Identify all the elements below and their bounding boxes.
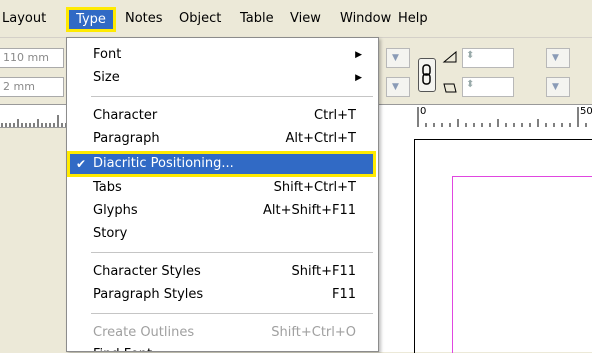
menu-item-shortcut: Alt+Ctrl+T	[285, 131, 356, 146]
menu-bar: Layout Type Notes Object Table View Wind…	[0, 0, 592, 38]
menu-item-find-font[interactable]: Find Font...	[67, 343, 378, 351]
menu-window[interactable]: Window	[340, 9, 391, 29]
menu-item-character[interactable]: Character Ctrl+T	[67, 104, 378, 128]
menu-item-label: Paragraph	[93, 131, 160, 146]
control-panel-left: 110 mm 2 mm	[0, 38, 70, 101]
menu-item-story[interactable]: Story	[67, 222, 378, 246]
chain-link-icon	[422, 64, 431, 85]
document-canvas[interactable]	[378, 127, 592, 353]
menu-separator	[91, 252, 373, 253]
menu-item-glyphs[interactable]: Glyphs Alt+Shift+F11	[67, 199, 378, 223]
shear-angle-spinner[interactable]: ⬍	[462, 48, 514, 68]
menu-item-create-outlines[interactable]: Create Outlines Shift+Ctrl+O	[67, 321, 378, 345]
spinner-arrows-icon: ⬍	[466, 50, 475, 61]
ruler-ticks	[417, 107, 587, 127]
menu-help[interactable]: Help	[398, 9, 428, 29]
menu-item-label: Tabs	[93, 180, 122, 195]
margin-guide	[452, 176, 592, 353]
menu-item-shortcut: Ctrl+T	[314, 108, 356, 123]
menu-item-paragraph[interactable]: Paragraph Alt+Ctrl+T	[67, 127, 378, 151]
menu-item-label: Paragraph Styles	[93, 287, 204, 302]
menu-item-label: Character Styles	[93, 264, 201, 279]
menu-view[interactable]: View	[290, 9, 321, 29]
menu-item-character-styles[interactable]: Character Styles Shift+F11	[67, 260, 378, 284]
chevron-down-icon: ▼	[552, 53, 559, 63]
submenu-arrow-icon: ▶	[355, 50, 362, 60]
dropdown-arrow-3[interactable]: ▼	[546, 48, 570, 68]
menu-item-shortcut: F11	[331, 287, 356, 302]
menu-item-label: Character	[93, 108, 158, 123]
menu-item-font[interactable]: Font ▶	[67, 43, 378, 67]
checkmark-icon: ✔	[76, 157, 87, 171]
control-panel-right: ▼ ▼ ⬍ ⬍ ▼ ▼	[378, 38, 592, 102]
chevron-down-icon: ▼	[392, 53, 399, 63]
chevron-down-icon: ▼	[552, 82, 559, 92]
menu-item-shortcut: Shift+Ctrl+T	[273, 180, 356, 195]
menu-item-label: Find Font...	[93, 343, 164, 351]
spacing-field[interactable]: 2 mm	[0, 77, 64, 97]
shear-icon	[442, 50, 457, 63]
menu-type[interactable]: Type	[66, 7, 116, 32]
ruler-label-50: 50	[580, 106, 592, 117]
dropdown-arrow-2[interactable]: ▼	[386, 77, 410, 97]
ruler-ticks	[1, 115, 67, 127]
constrain-proportions-button[interactable]	[418, 58, 436, 92]
submenu-arrow-icon: ▶	[355, 73, 362, 83]
menu-notes[interactable]: Notes	[125, 9, 163, 29]
horizontal-ruler-right: 0 50	[378, 104, 592, 128]
menu-item-label: Story	[93, 226, 128, 241]
menu-item-tabs[interactable]: Tabs Shift+Ctrl+T	[67, 176, 378, 200]
ruler-label-0: 0	[420, 106, 427, 117]
horizontal-ruler-left	[0, 104, 70, 128]
menu-item-size[interactable]: Size ▶	[67, 66, 378, 90]
menu-item-label: Font	[93, 47, 122, 62]
menu-item-paragraph-styles[interactable]: Paragraph Styles F11	[67, 283, 378, 307]
menu-table[interactable]: Table	[240, 9, 274, 29]
menu-object[interactable]: Object	[179, 9, 221, 29]
menu-item-shortcut: Shift+Ctrl+O	[271, 325, 356, 340]
menu-separator	[91, 96, 373, 97]
rotate-icon	[443, 83, 457, 93]
type-menu-dropdown: Font ▶ Size ▶ Character Ctrl+T Paragraph…	[66, 37, 379, 352]
menu-layout[interactable]: Layout	[2, 9, 46, 29]
menu-item-label: Diacritic Positioning...	[93, 156, 234, 171]
spinner-arrows-icon: ⬍	[466, 79, 475, 90]
menu-separator	[91, 313, 373, 314]
menu-item-label: Create Outlines	[93, 325, 195, 340]
rotation-angle-spinner[interactable]: ⬍	[462, 77, 514, 97]
dropdown-arrow-1[interactable]: ▼	[386, 48, 410, 68]
dropdown-arrow-4[interactable]: ▼	[546, 77, 570, 97]
menu-item-shortcut: Shift+F11	[291, 264, 356, 279]
menu-item-shortcut: Alt+Shift+F11	[263, 203, 356, 218]
menu-item-label: Glyphs	[93, 203, 138, 218]
chevron-down-icon: ▼	[392, 82, 399, 92]
menu-item-diacritic-positioning[interactable]: ✔ Diacritic Positioning...	[67, 151, 376, 177]
menu-item-label: Size	[93, 70, 120, 85]
width-field[interactable]: 110 mm	[0, 48, 64, 68]
